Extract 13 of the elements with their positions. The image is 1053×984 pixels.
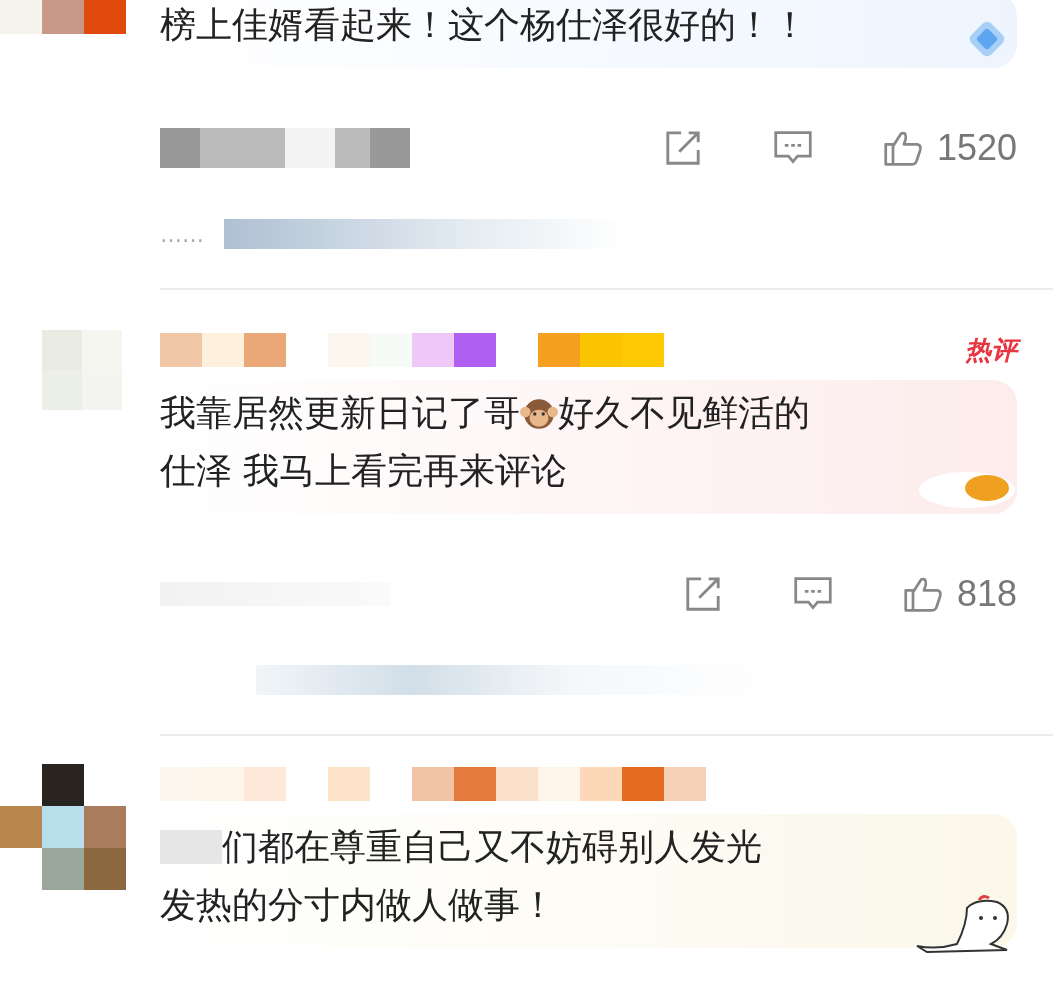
comment-text: 们都在尊重自己又不妨碍别人发光 [222, 825, 762, 869]
thumbs-up-icon [882, 129, 923, 167]
blurred-text [160, 830, 222, 864]
like-button[interactable]: 1520 [882, 127, 1017, 169]
like-button[interactable]: 818 [902, 573, 1017, 615]
comment-text: 好久不见鲜活的 [558, 391, 810, 435]
reply-ellipsis: …… [160, 221, 204, 247]
comment-text: 发热的分寸内做人做事！ [160, 883, 556, 927]
comment-text: 仕泽 我马上看完再来评论 [160, 449, 568, 493]
comment-text: 我靠居然更新日记了哥 [160, 391, 520, 435]
avatar[interactable] [0, 764, 126, 890]
thumbs-up-icon [902, 575, 943, 613]
comment-text: 榜上佳婿看起来！这个杨仕泽很好的！！ [160, 3, 808, 47]
